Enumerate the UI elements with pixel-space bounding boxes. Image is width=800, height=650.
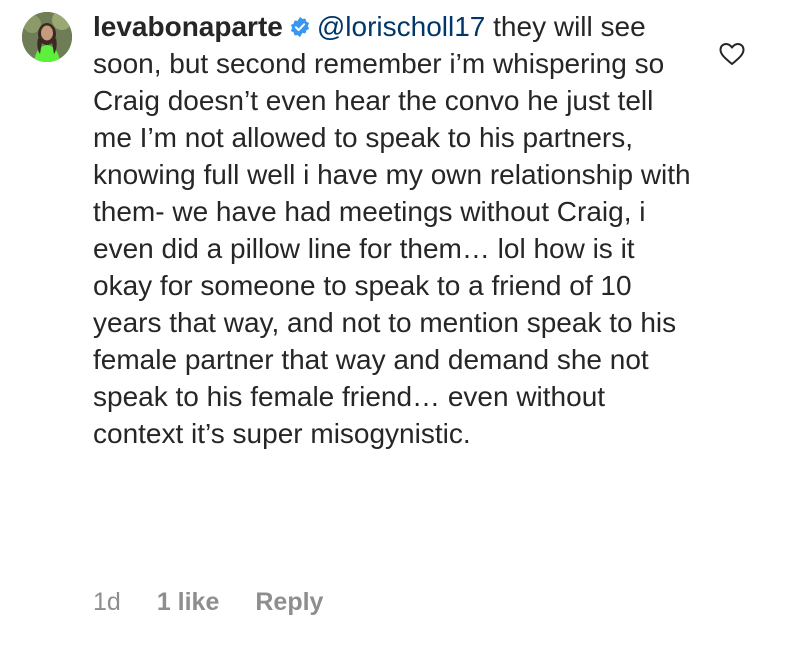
comment-meta: 1d 1 like Reply (93, 588, 323, 617)
comment-text: they will see soon, but second remember … (93, 11, 699, 449)
reply-button[interactable]: Reply (255, 588, 323, 617)
comment: levabonaparte @lorischoll17 they will see… (0, 0, 800, 650)
likes-count[interactable]: 1 like (157, 588, 220, 617)
comment-mention[interactable]: @lorischoll17 (317, 11, 486, 42)
heart-outline-icon[interactable] (719, 42, 745, 66)
verified-badge-icon (290, 16, 309, 38)
comment-body: levabonaparte @lorischoll17 they will see… (93, 8, 693, 452)
comment-age: 1d (93, 588, 121, 616)
avatar[interactable] (22, 12, 72, 62)
comment-username[interactable]: levabonaparte (93, 11, 283, 42)
